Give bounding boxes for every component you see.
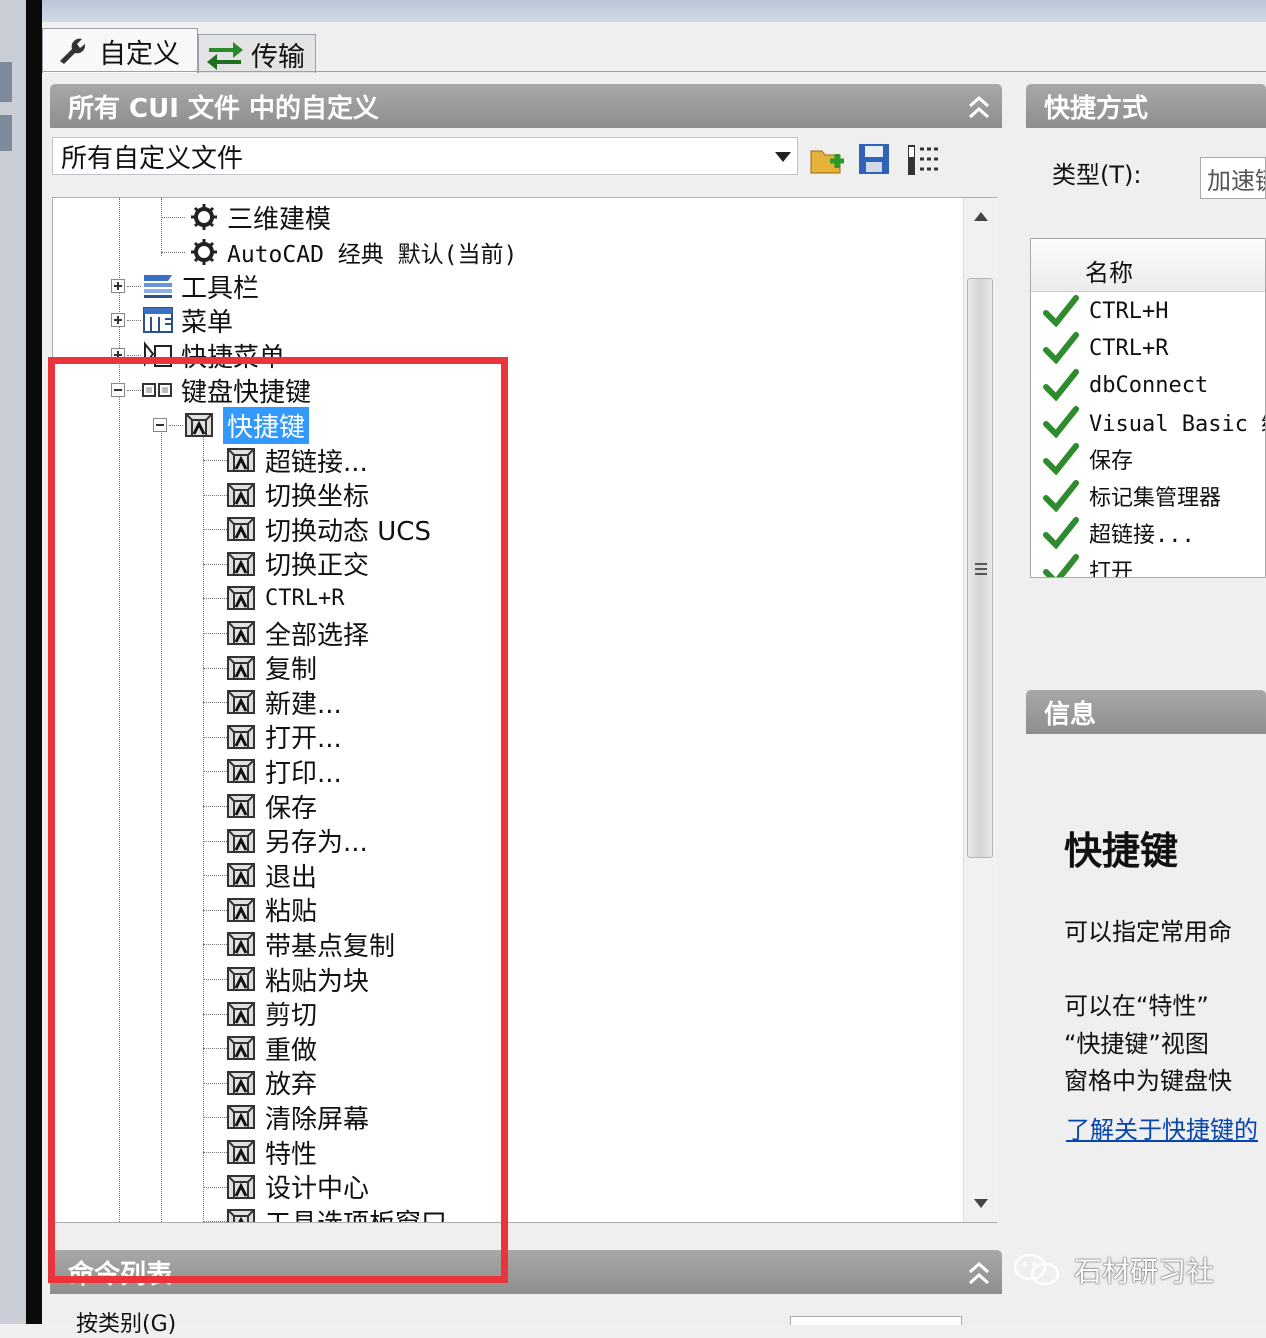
tree-workspace-3d[interactable]: 三维建模 (161, 200, 332, 235)
info-text-line: 可以在“特性” (1064, 992, 1209, 1020)
check-icon (1043, 480, 1079, 512)
cui-file-dropdown-value: 所有自定义文件 (61, 143, 244, 174)
menu-icon (143, 307, 173, 333)
tab-transfer[interactable]: 传输 (198, 34, 316, 73)
type-label: 类型(T): (1052, 161, 1142, 189)
check-icon (1043, 369, 1079, 401)
name-column-header[interactable]: 名称 (1031, 239, 1265, 292)
check-icon (1043, 517, 1079, 549)
left-window-edge (0, 0, 26, 1324)
gear-icon (191, 204, 217, 230)
tree-workspace-classic[interactable]: AutoCAD 经典 默认(当前) (161, 235, 517, 269)
info-text-line: 窗格中为键盘快 (1064, 1067, 1232, 1095)
check-icon (1043, 443, 1079, 475)
wechat-icon (1013, 1253, 1060, 1286)
shortcut-row[interactable]: Visual Basic 编辑器 (1031, 404, 1265, 440)
expand-icon[interactable] (111, 279, 125, 293)
highlight-box (48, 357, 508, 1283)
shortcut-row[interactable]: CTRL+R (1031, 330, 1168, 366)
title-bar (42, 0, 1266, 22)
command-category-label: 按类别(G) (76, 1312, 177, 1337)
expand-icon[interactable] (111, 313, 125, 327)
display-filters-icon[interactable] (904, 141, 942, 179)
shortcut-name: 保存 (1089, 449, 1134, 474)
dropdown-arrow-icon (775, 152, 791, 162)
open-file-icon[interactable] (808, 141, 846, 179)
scroll-down-icon[interactable] (974, 1199, 988, 1208)
transfer-arrows-icon (205, 36, 245, 72)
type-dropdown[interactable]: 加速键 (1200, 157, 1266, 199)
check-icon (1043, 406, 1079, 438)
info-text-line: “快捷键”视图 (1064, 1030, 1209, 1058)
shortcut-row[interactable]: dbConnect (1031, 367, 1208, 403)
check-icon (1043, 332, 1079, 364)
check-icon (1043, 295, 1079, 327)
shortcut-name: 超链接... (1089, 523, 1195, 548)
shortcut-name: Visual Basic 编辑器 (1089, 412, 1265, 437)
cui-file-dropdown[interactable]: 所有自定义文件 (52, 137, 798, 175)
collapse-chevron-icon[interactable] (966, 92, 992, 122)
tree-label: 工具栏 (181, 273, 260, 304)
tree-scrollbar[interactable] (963, 198, 997, 1222)
shortcut-row[interactable]: CTRL+H (1031, 293, 1168, 329)
check-icon (1043, 554, 1079, 577)
tree-label: 三维建模 (227, 204, 332, 235)
shortcut-name: 标记集管理器 (1089, 486, 1222, 511)
customizations-panel-title: 所有 CUI 文件 中的自定义 (68, 93, 380, 124)
tree-toolbars[interactable]: 工具栏 (111, 269, 260, 304)
shortcut-row[interactable]: 标记集管理器 (1031, 478, 1221, 514)
scroll-thumb[interactable] (967, 278, 993, 858)
info-heading: 快捷键 (1064, 829, 1179, 873)
info-panel-header[interactable]: 信息 (1026, 690, 1266, 734)
shortcut-row[interactable]: 打开 (1031, 552, 1134, 578)
watermark-text: 石材研习社 (1074, 1255, 1215, 1288)
shortcuts-panel-title: 快捷方式 (1044, 93, 1149, 124)
tree-label: 菜单 (181, 307, 234, 338)
shortcut-row[interactable]: 保存 (1031, 441, 1133, 477)
shortcut-name: CTRL+R (1089, 335, 1169, 361)
tree-label: AutoCAD 经典 默认(当前) (227, 242, 518, 268)
customizations-panel-header[interactable]: 所有 CUI 文件 中的自定义 (50, 84, 1002, 128)
tab-customize[interactable]: 自定义 (42, 28, 198, 73)
wrench-icon (53, 33, 93, 69)
shortcut-name: dbConnect (1089, 372, 1209, 398)
watermark: 石材研习社 (1012, 1250, 1214, 1290)
name-column-label: 名称 (1085, 259, 1133, 287)
scroll-up-icon[interactable] (974, 212, 988, 221)
collapse-chevron-icon[interactable] (966, 1258, 992, 1288)
type-dropdown-value: 加速键 (1207, 166, 1265, 195)
toolbar-icon (144, 275, 172, 298)
info-panel-title: 信息 (1044, 699, 1097, 730)
gear-icon (191, 239, 217, 265)
shortcuts-panel-header[interactable]: 快捷方式 (1026, 84, 1266, 128)
shortcut-row[interactable]: 超链接... (1031, 515, 1195, 551)
learn-more-link[interactable]: 了解关于快捷键的 (1066, 1110, 1258, 1145)
info-text-line: 可以指定常用命 (1064, 918, 1232, 946)
tree-menus[interactable]: 菜单 (111, 303, 234, 338)
tab-customize-label: 自定义 (99, 38, 180, 70)
shortcuts-list[interactable]: 名称 CTRL+H CTRL+R dbConnect Visual Basic 编辑器… (1030, 238, 1266, 578)
shortcut-name: CTRL+H (1089, 298, 1169, 324)
tab-transfer-label: 传输 (251, 41, 305, 73)
save-icon[interactable] (856, 141, 894, 179)
shortcut-name: 打开 (1089, 560, 1134, 578)
window-border (26, 0, 42, 1324)
